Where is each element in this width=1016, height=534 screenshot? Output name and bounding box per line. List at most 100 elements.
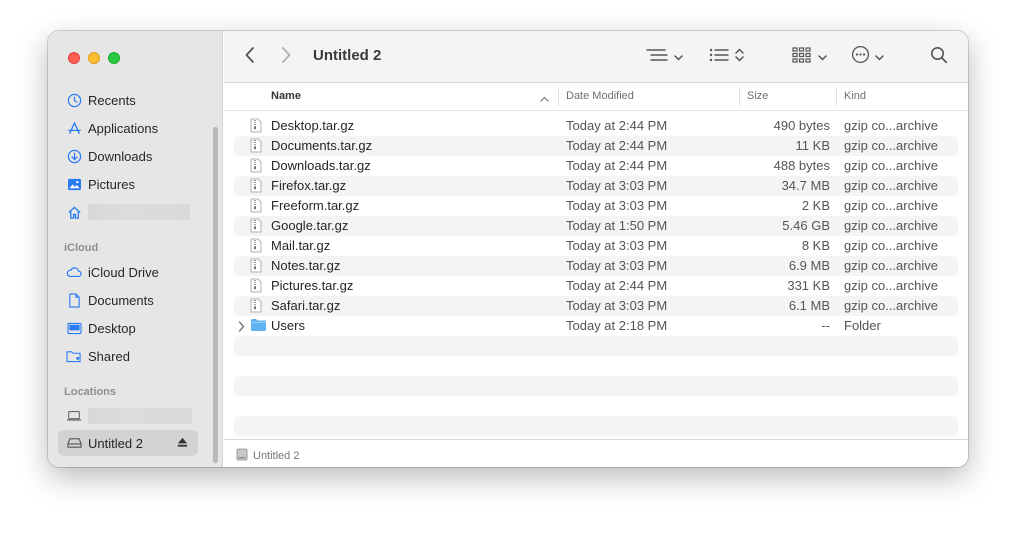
file-row[interactable]: Users Today at 2:18 PM -- Folder: [234, 316, 958, 336]
file-row[interactable]: Google.tar.gz Today at 1:50 PM 5.46 GB gzip…: [234, 216, 958, 236]
search-icon: [930, 46, 948, 69]
sidebar-item-icloud-drive[interactable]: iCloud Drive: [58, 259, 198, 285]
archive-file-icon: [250, 118, 262, 136]
sidebar: Recents Applications Downloads Pictures: [48, 31, 223, 467]
back-button[interactable]: [244, 45, 256, 69]
file-row[interactable]: Safari.tar.gz Today at 3:03 PM 6.1 MB gzip …: [234, 296, 958, 316]
sidebar-section-locations: Locations: [64, 386, 116, 398]
archive-file-icon: [250, 158, 262, 176]
sidebar-item-applications[interactable]: Applications: [58, 115, 198, 141]
file-kind: gzip co...archive: [844, 118, 938, 133]
file-date-modified: Today at 2:44 PM: [566, 278, 668, 293]
sidebar-item-label: Recents: [88, 92, 136, 108]
file-row[interactable]: Notes.tar.gz Today at 3:03 PM 6.9 MB gzip c…: [234, 256, 958, 276]
shared-folder-icon: [66, 348, 82, 364]
file-size: 2 KB: [801, 198, 830, 213]
minimize-window-button[interactable]: [88, 52, 100, 64]
column-size[interactable]: Size: [747, 90, 768, 102]
sidebar-scrollbar[interactable]: [213, 127, 218, 463]
sort-ascending-icon: [540, 93, 549, 105]
file-date-modified: Today at 3:03 PM: [566, 298, 668, 313]
ellipsis-circle-icon: [851, 45, 870, 69]
search-button[interactable]: [930, 45, 948, 69]
file-row[interactable]: Pictures.tar.gz Today at 2:44 PM 331 KB gzi…: [234, 276, 958, 296]
redacted-computer-name: [88, 408, 192, 424]
list-view-icon: [709, 47, 729, 68]
applications-icon: [66, 120, 82, 136]
file-row[interactable]: Desktop.tar.gz Today at 2:44 PM 490 bytes g…: [234, 116, 958, 136]
archive-file-icon: [250, 258, 262, 276]
sidebar-item-home[interactable]: [58, 199, 198, 225]
column-divider[interactable]: [836, 88, 837, 106]
file-row[interactable]: Downloads.tar.gz Today at 2:44 PM 488 byte…: [234, 156, 958, 176]
file-size: 6.1 MB: [788, 298, 830, 313]
file-row[interactable]: Documents.tar.gz Today at 2:44 PM 11 KB gzi…: [234, 136, 958, 156]
laptop-icon: [66, 408, 82, 424]
folder-icon: [250, 318, 267, 335]
file-date-modified: Today at 3:03 PM: [566, 258, 668, 273]
sidebar-item-downloads[interactable]: Downloads: [58, 143, 198, 169]
column-header: Name Date Modified Size Kind: [224, 83, 968, 111]
archive-file-icon: [250, 178, 262, 196]
file-kind: gzip co...archive: [844, 238, 938, 253]
chevron-right-icon: [280, 46, 292, 69]
file-name: Pictures.tar.gz: [271, 278, 354, 293]
sidebar-item-untitled-2[interactable]: Untitled 2: [58, 430, 198, 456]
column-name[interactable]: Name: [271, 90, 301, 102]
sidebar-section-icloud: iCloud: [64, 242, 99, 254]
archive-file-icon: [250, 218, 262, 236]
forward-button[interactable]: [280, 45, 292, 69]
path-item[interactable]: Untitled 2: [236, 448, 299, 464]
file-date-modified: Today at 3:03 PM: [566, 238, 668, 253]
file-name: Safari.tar.gz: [271, 298, 341, 313]
file-name: Downloads.tar.gz: [271, 158, 371, 173]
file-row[interactable]: Mail.tar.gz Today at 3:03 PM 8 KB gzip co..…: [234, 236, 958, 256]
sidebar-item-shared[interactable]: Shared: [58, 343, 198, 369]
chevron-down-icon: [818, 48, 827, 66]
file-date-modified: Today at 2:18 PM: [566, 318, 668, 333]
file-kind: gzip co...archive: [844, 258, 938, 273]
sidebar-item-label: Documents: [88, 292, 154, 308]
sidebar-item-label: Desktop: [88, 320, 136, 336]
sidebar-item-label: Untitled 2: [88, 435, 143, 451]
file-date-modified: Today at 2:44 PM: [566, 158, 668, 173]
group-by-button[interactable]: [646, 45, 683, 69]
grid-icon: [792, 46, 812, 68]
more-actions-button[interactable]: [851, 45, 884, 69]
zoom-window-button[interactable]: [108, 52, 120, 64]
sidebar-item-pictures[interactable]: Pictures: [58, 171, 198, 197]
file-list: Desktop.tar.gz Today at 2:44 PM 490 bytes g…: [234, 116, 958, 336]
file-name: Freeform.tar.gz: [271, 198, 360, 213]
file-name: Firefox.tar.gz: [271, 178, 347, 193]
eject-icon[interactable]: [177, 436, 188, 451]
file-kind: gzip co...archive: [844, 138, 938, 153]
archive-file-icon: [250, 298, 262, 316]
sidebar-item-recents[interactable]: Recents: [58, 87, 198, 113]
file-size: 8 KB: [801, 238, 830, 253]
column-divider[interactable]: [739, 88, 740, 106]
file-row[interactable]: Freeform.tar.gz Today at 3:03 PM 2 KB gzip …: [234, 196, 958, 216]
file-date-modified: Today at 3:03 PM: [566, 178, 668, 193]
disclosure-chevron-icon[interactable]: [238, 320, 245, 335]
column-kind[interactable]: Kind: [844, 90, 866, 102]
column-divider[interactable]: [558, 88, 559, 106]
sidebar-item-label: Shared: [88, 348, 130, 364]
column-date-modified[interactable]: Date Modified: [566, 90, 634, 102]
file-kind: gzip co...archive: [844, 198, 938, 213]
gallery-grid-button[interactable]: [792, 45, 827, 69]
file-name: Users: [271, 318, 305, 333]
view-mode-button[interactable]: [709, 45, 744, 69]
archive-file-icon: [250, 138, 262, 156]
file-date-modified: Today at 2:44 PM: [566, 138, 668, 153]
file-size: 331 KB: [787, 278, 830, 293]
close-window-button[interactable]: [68, 52, 80, 64]
sidebar-item-computer[interactable]: [58, 403, 198, 429]
file-row[interactable]: Firefox.tar.gz Today at 3:03 PM 34.7 MB gzi…: [234, 176, 958, 196]
drive-icon: [66, 435, 82, 451]
file-size: 6.9 MB: [788, 258, 830, 273]
file-size: 5.46 GB: [782, 218, 830, 233]
empty-row-stripes: [234, 336, 958, 436]
archive-file-icon: [250, 238, 262, 256]
sidebar-item-desktop[interactable]: Desktop: [58, 315, 198, 341]
sidebar-item-documents[interactable]: Documents: [58, 287, 198, 313]
